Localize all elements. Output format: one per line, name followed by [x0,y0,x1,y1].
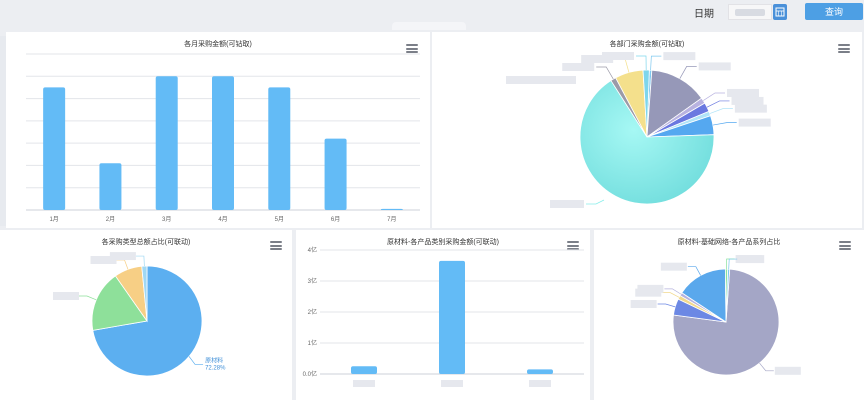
redacted-label [52,292,79,301]
bar [268,87,291,210]
query-button[interactable]: 查询 [805,3,863,20]
label-line [706,100,730,108]
bar [351,366,377,374]
label-line [709,108,733,114]
redacted-label [698,62,731,71]
x-tick-label: 2月 [106,216,115,223]
bar [324,138,347,210]
redacted-label [731,96,764,105]
slice-label-name: 原材料 [205,356,223,364]
redacted-label [738,255,765,264]
product-series-panel: 原材料-基础网络-各产品系列占比 [594,230,864,400]
bar [380,208,403,210]
monthly-bar-chart: 1月 2月 3月 4月 5月 6月 7月 [26,53,420,223]
label-line [703,92,725,101]
label-line [586,199,605,205]
redacted-label [726,88,759,97]
slice-label-value: 72.28% [205,365,226,371]
label-line [759,362,774,372]
bar [439,260,465,374]
label-line [636,55,647,71]
label-line [657,303,676,308]
redacted-label [663,52,696,61]
redacted-label [774,366,801,375]
bar [99,163,122,210]
monthly-purchase-panel: 各月采购金额(可钻取) 1月 2月 3月 4月 5月 6月 7月 [6,32,430,228]
y-tick-label: 0.0亿 [303,370,317,378]
product-series-pie-chart [630,255,801,376]
bar [527,369,553,374]
purchase-type-panel: 各采购类型总额占比(可联动) 原材料 72.28% [0,230,292,400]
label-line [687,266,701,276]
redacted-label [630,300,657,309]
product-category-panel: 原材料-各产品类别采购金额(可联动) 0.0亿 1亿 2亿 3亿 4亿 [296,230,590,400]
x-tick-label: 7月 [387,216,396,223]
redacted-label [562,63,595,72]
redacted-label [738,118,771,127]
label-line [662,292,680,298]
redacted-label [734,104,767,113]
redacted-label [550,200,584,208]
y-tick-label: 4亿 [308,246,317,254]
bar [155,76,178,211]
calendar-icon[interactable] [773,4,787,20]
date-input[interactable] [728,4,772,20]
redacted-label [602,52,635,61]
label-line [78,295,97,301]
redacted-x-label [353,380,375,387]
x-tick-label: 3月 [162,216,171,223]
department-pie-chart [506,52,771,208]
y-tick-label: 1亿 [308,339,317,347]
toolbar: 日期 查询 [0,0,864,30]
collapse-handle[interactable] [392,22,466,30]
label-line [726,258,735,270]
label-line [116,259,129,270]
redacted-x-label [441,380,463,387]
date-label: 日期 [694,9,714,20]
redacted-x-label [529,380,551,387]
label-line [650,55,662,71]
x-tick-label: 4月 [218,216,227,223]
x-tick-label: 1月 [49,216,58,223]
redacted-label [506,76,576,84]
department-purchase-panel: 各部门采购金额(可钻取) [432,32,862,228]
label-line [712,122,737,126]
product-category-bar-chart: 0.0亿 1亿 2亿 3亿 4亿 [303,246,584,387]
label-line [135,255,145,267]
y-tick-label: 2亿 [308,308,317,316]
redacted-label [660,262,687,271]
redacted-label [109,252,136,261]
label-line [188,356,204,365]
bar [43,87,66,210]
x-tick-label: 6月 [331,216,340,223]
label-line [596,66,614,80]
redacted-label [637,284,664,293]
bar [212,76,234,211]
label-line [664,288,682,295]
purchase-type-pie-chart: 原材料72.28% [52,252,226,377]
label-line [679,66,697,79]
x-tick-label: 5月 [275,216,284,223]
y-tick-label: 3亿 [308,277,317,285]
label-line [615,58,630,73]
